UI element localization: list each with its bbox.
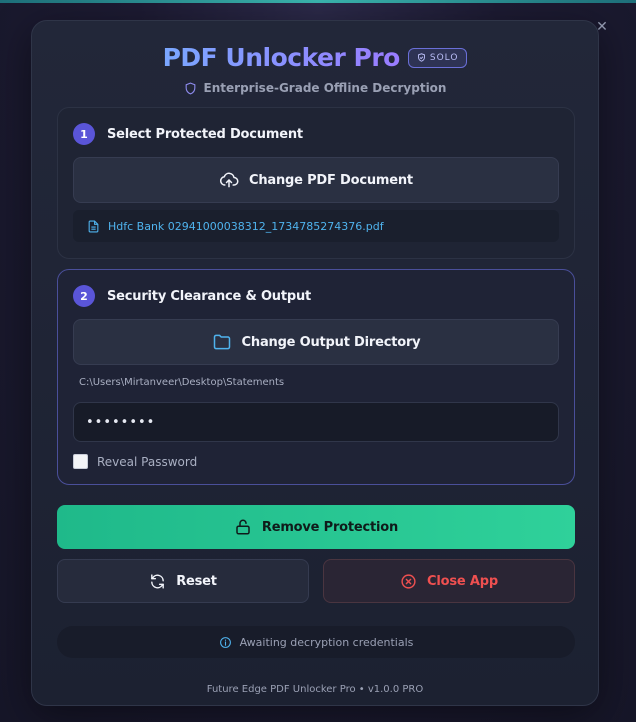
step1-title: Select Protected Document (107, 126, 303, 142)
selected-file: Hdfc Bank 02941000038312_1734785274376.p… (73, 210, 559, 242)
step1-card: 1 Select Protected Document Change PDF D… (57, 107, 575, 259)
status-bar: Awaiting decryption credentials (57, 626, 575, 658)
info-icon (219, 636, 231, 648)
file-icon (88, 220, 99, 232)
edition-badge: SOLO (407, 47, 468, 68)
change-output-label: Change Output Directory (241, 334, 421, 350)
cloud-upload-icon (219, 172, 239, 188)
step2-title: Security Clearance & Output (107, 288, 312, 304)
subtitle-text: Enterprise-Grade Offline Decryption (203, 81, 447, 95)
app-header: PDF Unlocker Pro SOLO Enterprise-Grade O… (32, 43, 598, 95)
shield-icon (417, 53, 425, 62)
lock-icon (236, 519, 250, 535)
subtitle: Enterprise-Grade Offline Decryption (32, 81, 598, 95)
status-text: Awaiting decryption credentials (239, 635, 414, 649)
close-app-button[interactable]: Close App (323, 559, 575, 603)
close-app-label: Close App (427, 573, 498, 589)
reveal-password-row[interactable]: Reveal Password (73, 454, 197, 469)
step2-number: 2 (73, 285, 95, 307)
reveal-password-label: Reveal Password (97, 454, 198, 469)
footer-version: Future Edge PDF Unlocker Pro • v1.0.0 PR… (206, 684, 424, 695)
selected-file-name: Hdfc Bank 02941000038312_1734785274376.p… (108, 219, 384, 233)
step2-card: 2 Security Clearance & Output Change Out… (57, 269, 575, 485)
app-panel: PDF Unlocker Pro SOLO Enterprise-Grade O… (31, 20, 599, 706)
output-path: C:\Users\Mirtanveer\Desktop\Statements (79, 377, 285, 388)
password-input[interactable] (73, 402, 559, 442)
reveal-password-checkbox[interactable] (73, 454, 88, 469)
change-output-directory-button[interactable]: Change Output Directory (73, 319, 559, 365)
reset-label: Reset (176, 573, 217, 589)
shield-icon (185, 82, 195, 95)
reset-button[interactable]: Reset (57, 559, 309, 603)
folder-icon (213, 334, 230, 350)
step1-number: 1 (73, 123, 95, 145)
change-pdf-button[interactable]: Change PDF Document (73, 157, 559, 203)
change-pdf-label: Change PDF Document (249, 172, 413, 188)
remove-protection-button[interactable]: Remove Protection (57, 505, 575, 549)
window-top-accent (0, 0, 636, 3)
x-circle-icon (401, 573, 416, 589)
refresh-icon (151, 573, 165, 589)
edition-badge-label: SOLO (429, 52, 459, 63)
remove-protection-label: Remove Protection (261, 519, 399, 535)
app-title: PDF Unlocker Pro (162, 43, 401, 72)
